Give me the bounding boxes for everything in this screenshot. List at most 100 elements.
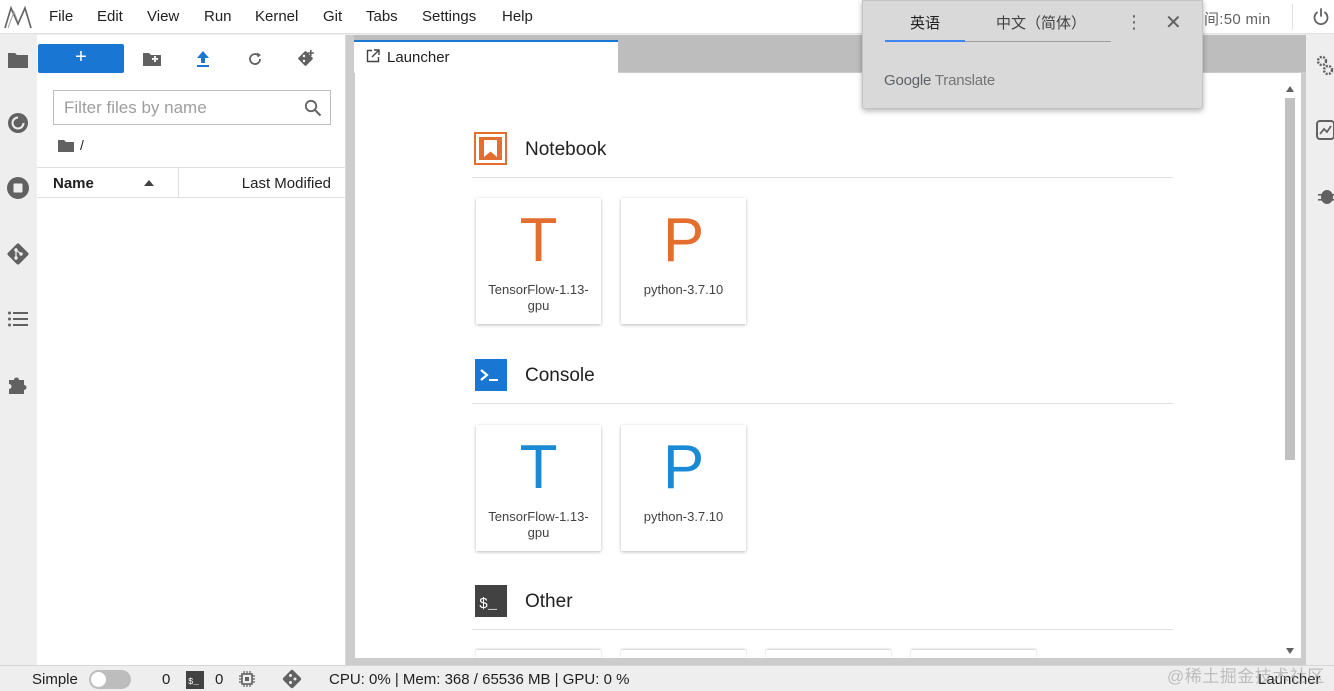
list-icon bbox=[8, 311, 28, 327]
launcher-card-other[interactable] bbox=[621, 650, 746, 658]
section-divider bbox=[472, 629, 1173, 630]
terminal-status-icon[interactable]: $_ bbox=[186, 671, 204, 689]
translate-tab-target[interactable]: 中文（简体） bbox=[973, 12, 1109, 42]
refresh-icon bbox=[249, 52, 261, 65]
google-translate-popup: 英语 中文（简体） ⋮ ✕ Google Translate bbox=[862, 0, 1203, 109]
column-divider[interactable] bbox=[178, 168, 179, 197]
git-status-icon[interactable] bbox=[281, 668, 303, 690]
cpu-chip-icon bbox=[239, 671, 255, 687]
launcher-card-console-python[interactable]: P python-3.7.10 bbox=[621, 425, 746, 551]
translate-tab-source[interactable]: 英语 bbox=[885, 12, 965, 42]
new-folder-icon bbox=[143, 53, 161, 66]
running-sessions-tab[interactable] bbox=[4, 109, 32, 137]
resource-usage-icon[interactable] bbox=[1316, 120, 1334, 140]
upload-icon bbox=[197, 51, 209, 67]
menu-git[interactable]: Git bbox=[323, 8, 342, 25]
active-tab-indicator bbox=[885, 40, 965, 42]
console-icon bbox=[475, 359, 507, 391]
menu-run[interactable]: Run bbox=[204, 8, 232, 25]
table-of-contents-tab[interactable] bbox=[4, 305, 32, 333]
kernel-logo: T bbox=[519, 206, 558, 275]
git-clone-button[interactable] bbox=[294, 47, 318, 71]
breadcrumb-folder-icon[interactable] bbox=[57, 139, 75, 153]
menu-view[interactable]: View bbox=[147, 8, 179, 25]
search-icon bbox=[304, 99, 322, 117]
brand-google: Google bbox=[884, 72, 932, 89]
launch-icon bbox=[366, 49, 380, 63]
upload-button[interactable] bbox=[191, 47, 215, 71]
terminal-icon: $_ bbox=[475, 585, 507, 617]
git-tab[interactable] bbox=[4, 240, 32, 268]
column-modified-header[interactable]: Last Modified bbox=[242, 175, 331, 192]
property-inspector-icon[interactable] bbox=[1316, 55, 1334, 77]
launcher-card-other[interactable] bbox=[476, 650, 601, 658]
session-timer: 间:50 min bbox=[1204, 11, 1271, 28]
menu-settings[interactable]: Settings bbox=[422, 8, 476, 25]
simple-mode-label: Simple bbox=[32, 671, 78, 688]
terminal-count[interactable]: 0 bbox=[215, 671, 223, 688]
launcher-card-console-tensorflow[interactable]: T TensorFlow-1.13-gpu bbox=[476, 425, 601, 551]
new-folder-button[interactable] bbox=[140, 47, 164, 71]
section-title-notebook: Notebook bbox=[525, 139, 607, 160]
tab-underline bbox=[965, 41, 1111, 42]
breadcrumb-root[interactable]: / bbox=[80, 137, 84, 153]
new-launcher-button[interactable]: + bbox=[38, 44, 124, 73]
stop-circle-icon bbox=[7, 177, 29, 199]
debugger-bug-icon[interactable] bbox=[1316, 185, 1334, 207]
card-label: python-3.7.10 bbox=[643, 282, 724, 297]
menu-help[interactable]: Help bbox=[502, 8, 533, 25]
simple-mode-toggle[interactable] bbox=[89, 670, 131, 689]
puzzle-icon bbox=[9, 377, 27, 394]
launcher-card-notebook-python[interactable]: P python-3.7.10 bbox=[621, 198, 746, 324]
refresh-button[interactable] bbox=[243, 47, 267, 71]
section-title-console: Console bbox=[525, 365, 595, 386]
file-listing-header: Name Last Modified bbox=[37, 167, 346, 198]
tab-launcher-label: Launcher bbox=[387, 49, 450, 66]
git-icon bbox=[7, 243, 29, 265]
kernel-logo: P bbox=[662, 206, 705, 275]
kernel-logo: T bbox=[519, 433, 558, 502]
menu-file[interactable]: File bbox=[49, 8, 73, 25]
toggle-knob bbox=[91, 672, 106, 687]
kernel-sessions-tab[interactable] bbox=[4, 174, 32, 202]
card-label: TensorFlow-1.13-gpu bbox=[488, 509, 589, 540]
scrollbar-thumb[interactable] bbox=[1285, 98, 1295, 460]
jupyter-logo-icon bbox=[4, 5, 32, 29]
left-activity-bar bbox=[0, 35, 37, 665]
close-icon[interactable]: ✕ bbox=[1165, 13, 1182, 33]
notebook-icon bbox=[474, 132, 507, 165]
topbar-divider bbox=[1292, 4, 1293, 30]
file-browser-panel: + / Name Last Modified bbox=[37, 35, 346, 665]
brand-translate: Translate bbox=[934, 72, 996, 89]
watermark: @稀土掘金技术社区 bbox=[1167, 667, 1325, 686]
launcher-card-other[interactable] bbox=[766, 650, 891, 658]
tab-launcher[interactable]: Launcher bbox=[354, 40, 618, 73]
file-browser-tab[interactable] bbox=[4, 46, 32, 74]
section-title-other: Other bbox=[525, 591, 573, 612]
launcher-card-other[interactable] bbox=[911, 650, 1036, 658]
menu-tabs[interactable]: Tabs bbox=[366, 8, 398, 25]
scroll-down-arrow-icon[interactable] bbox=[1286, 648, 1294, 654]
menu-edit[interactable]: Edit bbox=[97, 8, 123, 25]
card-label: python-3.7.10 bbox=[643, 509, 724, 524]
google-translate-logo[interactable]: Google Translate bbox=[884, 72, 995, 89]
scroll-up-arrow-icon[interactable] bbox=[1286, 86, 1294, 92]
filter-box bbox=[53, 90, 331, 125]
power-icon[interactable] bbox=[1310, 6, 1332, 28]
launcher-card-notebook-tensorflow[interactable]: T TensorFlow-1.13-gpu bbox=[476, 198, 601, 324]
svg-text:$_: $_ bbox=[188, 677, 199, 687]
more-options-icon[interactable]: ⋮ bbox=[1125, 13, 1143, 31]
card-label: TensorFlow-1.13-gpu bbox=[488, 282, 589, 313]
running-icon bbox=[8, 113, 28, 133]
kernel-count[interactable]: 0 bbox=[162, 671, 170, 688]
column-name-header[interactable]: Name bbox=[53, 175, 94, 192]
sort-ascending-icon bbox=[144, 180, 154, 186]
git-clone-icon bbox=[298, 50, 314, 66]
filter-files-input[interactable] bbox=[64, 97, 294, 119]
extension-manager-tab[interactable] bbox=[4, 370, 32, 398]
launcher-scrollbar[interactable] bbox=[1283, 84, 1297, 656]
resource-usage-text: CPU: 0% | Mem: 368 / 65536 MB | GPU: 0 % bbox=[329, 671, 630, 688]
right-activity-bar bbox=[1307, 35, 1334, 665]
svg-text:$_: $_ bbox=[479, 596, 498, 613]
menu-kernel[interactable]: Kernel bbox=[255, 8, 298, 25]
